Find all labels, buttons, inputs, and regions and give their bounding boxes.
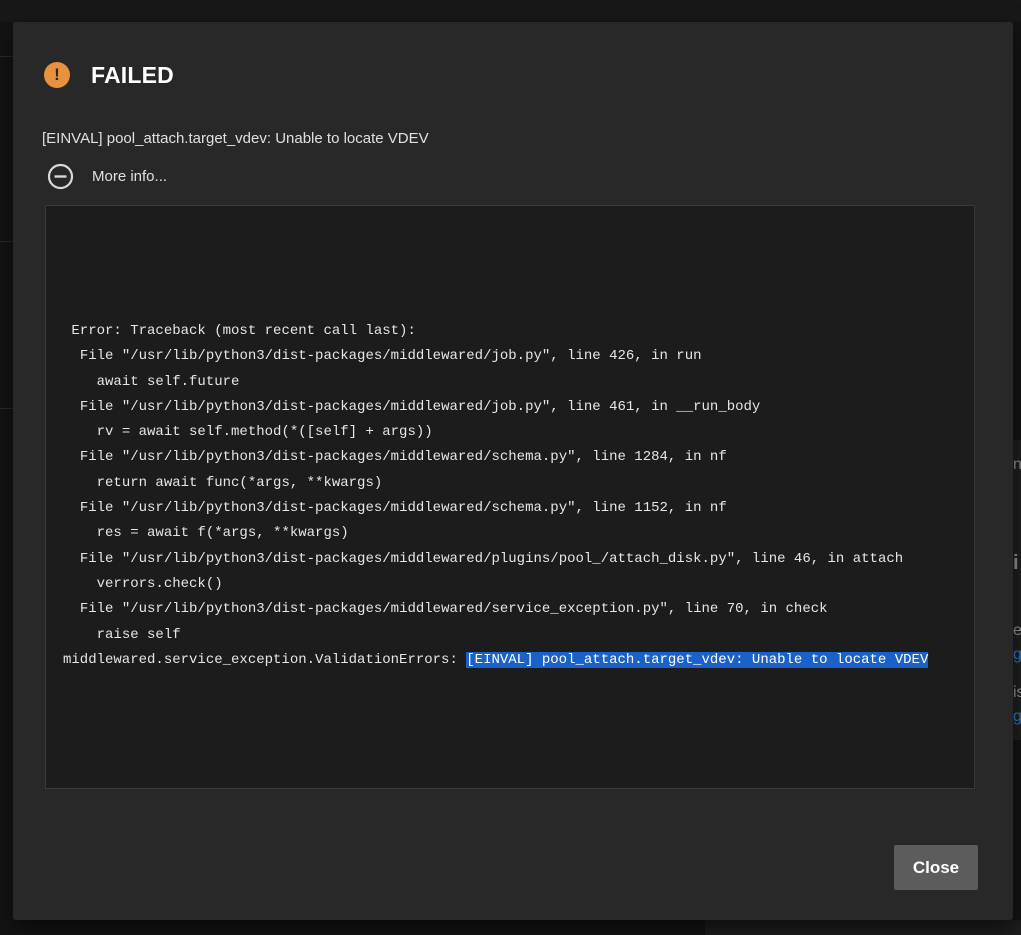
- traceback-line: verrors.check(): [63, 575, 223, 592]
- background-divider: [0, 241, 13, 242]
- traceback-highlighted-error: [EINVAL] pool_attach.target_vdev: Unable…: [466, 651, 929, 668]
- traceback-line: File "/usr/lib/python3/dist-packages/mid…: [63, 398, 761, 415]
- traceback-last-line-prefix: middlewared.service_exception.Validation…: [63, 651, 467, 668]
- traceback-line: raise self: [63, 626, 181, 643]
- background-right-panel: n i e g is g: [1013, 440, 1021, 740]
- background-text-fragment: is: [1013, 684, 1021, 701]
- error-message: [EINVAL] pool_attach.target_vdev: Unable…: [42, 130, 429, 147]
- traceback-line: File "/usr/lib/python3/dist-packages/mid…: [63, 449, 727, 466]
- background-link-fragment[interactable]: g: [1013, 646, 1021, 664]
- background-divider: [0, 56, 13, 57]
- background-top-bar: [0, 0, 1021, 22]
- dialog-title: FAILED: [91, 61, 174, 88]
- background-bottom-panel: [705, 920, 1021, 935]
- traceback-line: File "/usr/lib/python3/dist-packages/mid…: [63, 550, 904, 567]
- traceback-line: File "/usr/lib/python3/dist-packages/mid…: [63, 348, 702, 365]
- more-info-toggle[interactable]: More info...: [47, 163, 167, 190]
- close-button[interactable]: Close: [894, 845, 978, 890]
- background-text-fragment: n: [1013, 456, 1021, 473]
- traceback-line: return await func(*args, **kwargs): [63, 474, 383, 491]
- dialog-header: ! FAILED: [44, 60, 174, 90]
- more-info-label[interactable]: More info...: [92, 168, 167, 185]
- traceback-panel: Error: Traceback (most recent call last)…: [45, 205, 975, 789]
- alert-circle-icon: !: [44, 62, 70, 88]
- traceback-line: await self.future: [63, 373, 240, 390]
- background-link-fragment[interactable]: g: [1013, 708, 1021, 726]
- background-text-fragment: e: [1013, 622, 1021, 639]
- traceback-line: rv = await self.method(*([self] + args)): [63, 424, 433, 441]
- traceback-line: File "/usr/lib/python3/dist-packages/mid…: [63, 601, 828, 618]
- error-dialog: ! FAILED [EINVAL] pool_attach.target_vde…: [13, 22, 1013, 920]
- traceback-line: res = await f(*args, **kwargs): [63, 525, 349, 542]
- traceback-line: Error: Traceback (most recent call last)…: [63, 323, 416, 339]
- background-text-fragment: i: [1013, 552, 1019, 574]
- traceback-line: File "/usr/lib/python3/dist-packages/mid…: [63, 500, 727, 517]
- minus-circle-icon[interactable]: [47, 163, 74, 190]
- background-divider: [0, 408, 13, 409]
- traceback-text: Error: Traceback (most recent call last)…: [63, 319, 933, 673]
